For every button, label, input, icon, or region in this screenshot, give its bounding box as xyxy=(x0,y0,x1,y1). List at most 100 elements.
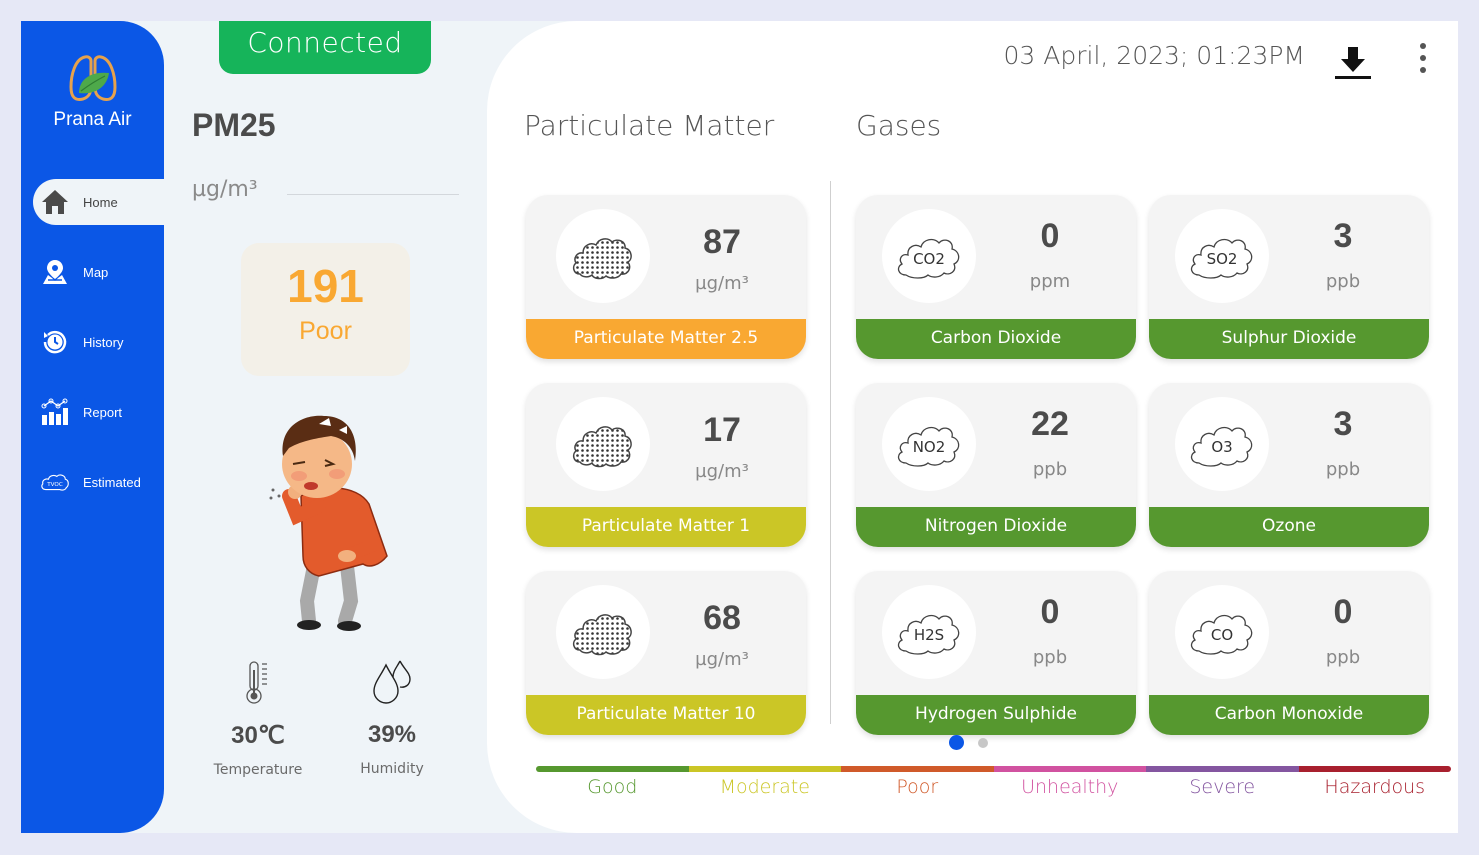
humidity-label: Humidity xyxy=(360,761,424,777)
lungs-leaf-logo-icon xyxy=(68,55,117,101)
gas-cloud-icon: O3 xyxy=(1175,397,1269,491)
connection-status-badge: Connected xyxy=(219,21,431,74)
pollutant-title: PM25 xyxy=(192,107,276,143)
particulate-card[interactable]: 17 µg/m³ Particulate Matter 1 xyxy=(526,383,806,547)
reading-unit: ppb xyxy=(1032,459,1068,480)
gases-section-title: Gases xyxy=(856,109,942,142)
svg-text:CO2: CO2 xyxy=(913,250,945,268)
download-icon xyxy=(1335,47,1371,79)
more-options-button[interactable] xyxy=(1413,41,1433,77)
pollutant-name-bar: Particulate Matter 2.5 xyxy=(526,319,806,359)
svg-text:NO2: NO2 xyxy=(913,438,946,456)
sidebar-item-estimated[interactable]: TVOC Estimated xyxy=(21,459,164,505)
pollutant-unit: µg/m³ xyxy=(192,177,258,202)
reading-value: 87 xyxy=(703,223,741,261)
scale-segment xyxy=(688,766,841,772)
coughing-person-illustration xyxy=(259,396,409,636)
svg-text:O3: O3 xyxy=(1211,438,1232,456)
gas-card[interactable]: CO2 0 ppm Carbon Dioxide xyxy=(856,195,1136,359)
aqi-box: 191 Poor xyxy=(241,243,410,376)
pollutant-name-bar: Hydrogen Sulphide xyxy=(856,695,1136,735)
scale-label: Unhealthy xyxy=(1021,776,1119,798)
aqi-status: Poor xyxy=(299,317,352,345)
temperature-value: 30℃ xyxy=(231,722,285,749)
sidebar-item-label: Estimated xyxy=(83,474,141,490)
history-icon xyxy=(40,327,70,357)
sidebar-item-label: Report xyxy=(83,404,123,420)
particulate-section-title: Particulate Matter xyxy=(524,109,775,142)
aqi-color-scale xyxy=(536,766,1451,772)
gas-card[interactable]: O3 3 ppb Ozone xyxy=(1149,383,1429,547)
temperature-label: Temperature xyxy=(213,762,303,778)
gas-card[interactable]: CO 0 ppb Carbon Monoxide xyxy=(1149,571,1429,735)
scale-label: Severe xyxy=(1189,776,1256,798)
reading-value: 3 xyxy=(1333,405,1353,443)
scale-segment xyxy=(1298,766,1451,772)
sidebar-item-history[interactable]: History xyxy=(21,319,164,365)
reading-unit: µg/m³ xyxy=(695,649,749,670)
page-dot[interactable] xyxy=(978,738,988,748)
scale-label: Good xyxy=(587,776,638,798)
gas-card[interactable]: SO2 3 ppb Sulphur Dioxide xyxy=(1149,195,1429,359)
logo: Prana Air xyxy=(21,51,164,131)
reading-unit: ppm xyxy=(1029,271,1071,292)
app-frame: Prana Air Home Map History Report TVOC E… xyxy=(21,21,1458,833)
sidebar-item-report[interactable]: Report xyxy=(21,389,164,435)
sidebar-item-label: History xyxy=(83,334,124,350)
sidebar-item-home[interactable]: Home xyxy=(33,179,164,225)
gas-cloud-icon: NO2 xyxy=(882,397,976,491)
map-pin-icon xyxy=(40,257,70,287)
reading-unit: µg/m³ xyxy=(695,273,749,294)
sidebar-item-map[interactable]: Map xyxy=(21,249,164,295)
aqi-scale-labels: Good Moderate Poor Unhealthy Severe Hazardous xyxy=(536,776,1451,798)
scale-segment xyxy=(536,766,689,772)
pollutant-name-bar: Carbon Monoxide xyxy=(1149,695,1429,735)
main-panel: 03 April, 2023; 01:23PM Particulate Matt… xyxy=(487,21,1458,833)
reading-value: 0 xyxy=(1040,593,1060,631)
pagination-dots xyxy=(949,735,988,750)
pollutant-name-bar: Nitrogen Dioxide xyxy=(856,507,1136,547)
svg-text:H2S: H2S xyxy=(914,626,944,644)
reading-unit: ppb xyxy=(1325,647,1361,668)
section-divider xyxy=(830,181,831,724)
report-chart-icon xyxy=(40,397,70,427)
reading-value: 3 xyxy=(1333,217,1353,255)
humidity-value: 39% xyxy=(367,721,417,748)
download-button[interactable] xyxy=(1333,43,1373,81)
sidebar: Prana Air Home Map History Report TVOC E… xyxy=(21,21,164,833)
reading-value: 0 xyxy=(1333,593,1353,631)
aqi-value: 191 xyxy=(287,260,364,312)
scale-segment xyxy=(1146,766,1299,772)
gas-cloud-icon: SO2 xyxy=(1175,209,1269,303)
scale-label: Poor xyxy=(896,776,939,798)
unit-divider xyxy=(287,194,459,195)
scale-segment xyxy=(841,766,994,772)
particulate-card[interactable]: 68 µg/m³ Particulate Matter 10 xyxy=(526,571,806,735)
temperature-widget: 30℃ Temperature xyxy=(198,657,318,778)
reading-value: 68 xyxy=(703,599,741,637)
pollutant-name-bar: Particulate Matter 10 xyxy=(526,695,806,735)
particulate-cloud-icon xyxy=(556,209,650,303)
particulate-card[interactable]: 87 µg/m³ Particulate Matter 2.5 xyxy=(526,195,806,359)
more-vertical-icon xyxy=(1420,43,1426,73)
particulate-cloud-icon xyxy=(556,585,650,679)
pollutant-name-bar: Ozone xyxy=(1149,507,1429,547)
scale-segment xyxy=(993,766,1146,772)
gas-card[interactable]: H2S 0 ppb Hydrogen Sulphide xyxy=(856,571,1136,735)
thermometer-icon xyxy=(198,657,318,707)
app-name: Prana Air xyxy=(53,109,132,130)
svg-text:SO2: SO2 xyxy=(1207,250,1238,268)
gas-cloud-icon: CO xyxy=(1175,585,1269,679)
humidity-widget: 39% Humidity xyxy=(332,657,452,777)
reading-unit: ppb xyxy=(1325,271,1361,292)
reading-unit: ppb xyxy=(1325,459,1361,480)
svg-text:CO: CO xyxy=(1211,626,1233,644)
gas-card[interactable]: NO2 22 ppb Nitrogen Dioxide xyxy=(856,383,1136,547)
reading-value: 22 xyxy=(1031,405,1069,443)
pollutant-name-bar: Carbon Dioxide xyxy=(856,319,1136,359)
svg-text:TVOC: TVOC xyxy=(46,482,63,488)
pollutant-name-bar: Particulate Matter 1 xyxy=(526,507,806,547)
datetime-display: 03 April, 2023; 01:23PM xyxy=(1003,41,1305,70)
page-dot-active[interactable] xyxy=(949,735,964,750)
reading-unit: ppb xyxy=(1032,647,1068,668)
